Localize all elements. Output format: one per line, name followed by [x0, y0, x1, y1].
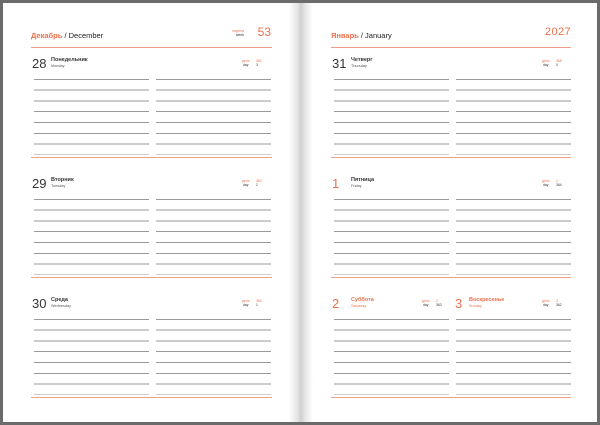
- day-separator: [331, 157, 571, 158]
- day-counter: 2 363: [436, 299, 442, 307]
- day-name-en: Wednesday: [51, 304, 71, 308]
- month-en: / January: [358, 31, 392, 40]
- writing-lines[interactable]: [456, 69, 571, 155]
- writing-lines[interactable]: [34, 309, 149, 395]
- day-counter: 362 3: [256, 59, 262, 67]
- writing-lines[interactable]: [156, 189, 271, 275]
- writing-lines[interactable]: [456, 309, 571, 395]
- day-label: день day: [542, 59, 550, 67]
- day-name-en: Thursday: [351, 64, 367, 68]
- day-separator: [31, 277, 272, 278]
- day-label: день day: [242, 179, 250, 187]
- day-name-en: Friday: [351, 184, 362, 188]
- day-name-en: Saturday: [351, 304, 367, 308]
- day-name-en: Monday: [51, 64, 65, 68]
- day-label: день day: [242, 59, 250, 67]
- day-counter: 363 2: [256, 179, 262, 187]
- day-separator: [31, 157, 272, 158]
- day-counter: 364 1: [256, 299, 262, 307]
- writing-lines[interactable]: [334, 309, 449, 395]
- month-ru: Январь: [331, 31, 359, 40]
- writing-lines[interactable]: [456, 189, 571, 275]
- day-name-ru: Четверг: [351, 57, 373, 63]
- day-separator: [331, 397, 571, 398]
- day-counter: 3 362: [556, 299, 562, 307]
- month-ru: Декабрь: [31, 31, 63, 40]
- right-page-header: Январь / January 2027: [331, 21, 571, 48]
- day-name-ru: Пятница: [351, 177, 375, 183]
- day-label: день day: [542, 179, 550, 187]
- day-name-ru: Воскресенье: [469, 297, 505, 303]
- page-gutter: [289, 3, 313, 422]
- month-title: Декабрь / December: [31, 31, 103, 40]
- day-label: день day: [242, 299, 250, 307]
- day-name-ru: Понедельник: [51, 57, 88, 63]
- writing-lines[interactable]: [34, 189, 149, 275]
- day-name-en: Tuesday: [51, 184, 66, 188]
- day-name-ru: Среда: [51, 297, 68, 303]
- day-separator: [31, 397, 272, 398]
- day-separator: [331, 277, 571, 278]
- month-title: Январь / January: [331, 31, 392, 40]
- left-page: Декабрь / December неделя week 53 28 Поне…: [31, 3, 272, 422]
- day-label: день day: [542, 299, 550, 307]
- writing-lines[interactable]: [34, 69, 149, 155]
- planner-spread: Декабрь / December неделя week 53 28 Поне…: [3, 3, 597, 422]
- day-counter: 1 364: [556, 179, 562, 187]
- writing-lines[interactable]: [156, 309, 271, 395]
- year-label: 2027: [544, 26, 571, 38]
- left-page-header: Декабрь / December неделя week 53: [31, 21, 272, 48]
- month-en: / December: [62, 31, 104, 40]
- day-name-en: Sunday: [469, 304, 482, 308]
- day-name-ru: Суббота: [351, 297, 374, 303]
- week-label: неделя week: [232, 29, 244, 37]
- day-counter: 365 0: [556, 59, 562, 67]
- writing-lines[interactable]: [334, 189, 449, 275]
- right-page: Январь / January 2027 31 Четверг Thursda…: [331, 3, 571, 422]
- day-label: день day: [422, 299, 430, 307]
- week-number: 53: [257, 25, 271, 39]
- writing-lines[interactable]: [156, 69, 271, 155]
- day-name-ru: Вторник: [51, 177, 74, 183]
- writing-lines[interactable]: [334, 69, 449, 155]
